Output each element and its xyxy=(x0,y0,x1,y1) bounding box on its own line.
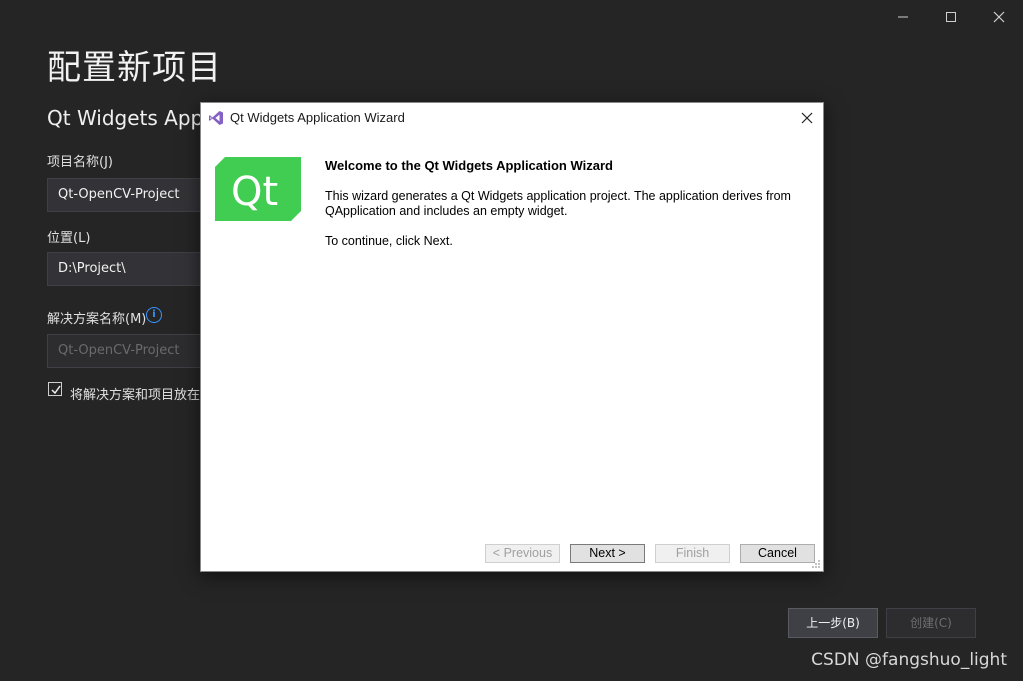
cancel-button[interactable]: Cancel xyxy=(740,544,815,563)
qt-logo-text: Qt xyxy=(231,169,278,215)
page-title: 配置新项目 xyxy=(47,48,222,88)
project-template-title: Qt Widgets Appli xyxy=(47,106,215,130)
checkmark-icon xyxy=(51,385,61,395)
minimize-icon xyxy=(898,16,908,18)
previous-button: < Previous xyxy=(485,544,560,563)
close-icon xyxy=(993,11,1005,23)
minimize-button[interactable] xyxy=(879,0,927,34)
maximize-icon xyxy=(946,12,956,22)
same-directory-checkbox[interactable] xyxy=(48,382,62,396)
qt-logo-icon: Qt xyxy=(215,157,301,221)
info-icon[interactable]: i xyxy=(146,307,162,323)
close-icon xyxy=(801,112,813,124)
location-label: 位置(L) xyxy=(47,231,91,246)
finish-button: Finish xyxy=(655,544,730,563)
dialog-title: Qt Widgets Application Wizard xyxy=(230,110,405,125)
window-controls xyxy=(879,0,1023,34)
visual-studio-icon xyxy=(209,111,223,125)
next-button[interactable]: Next > xyxy=(570,544,645,563)
wizard-continue-text: To continue, click Next. xyxy=(325,234,453,248)
wizard-description-line1: This wizard generates a Qt Widgets appli… xyxy=(325,189,791,203)
window-close-button[interactable] xyxy=(975,0,1023,34)
wizard-heading: Welcome to the Qt Widgets Application Wi… xyxy=(325,158,613,173)
dialog-close-button[interactable] xyxy=(797,108,817,128)
dialog-titlebar[interactable]: Qt Widgets Application Wizard xyxy=(201,103,823,133)
wizard-description-line2: QApplication and includes an empty widge… xyxy=(325,204,568,218)
maximize-button[interactable] xyxy=(927,0,975,34)
project-name-label: 项目名称(J) xyxy=(47,155,113,170)
solution-name-label: 解决方案名称(M) xyxy=(47,312,147,327)
watermark: CSDN @fangshuo_light xyxy=(811,650,1007,670)
same-directory-checkbox-label[interactable]: 将解决方案和项目放在同 xyxy=(70,384,213,403)
back-button[interactable]: 上一步(B) xyxy=(788,608,878,638)
qt-logo: Qt xyxy=(215,157,301,221)
resize-grip-icon[interactable] xyxy=(811,559,821,569)
create-button: 创建(C) xyxy=(886,608,976,638)
wizard-dialog: Qt Widgets Application Wizard Qt Welcome… xyxy=(200,102,824,572)
